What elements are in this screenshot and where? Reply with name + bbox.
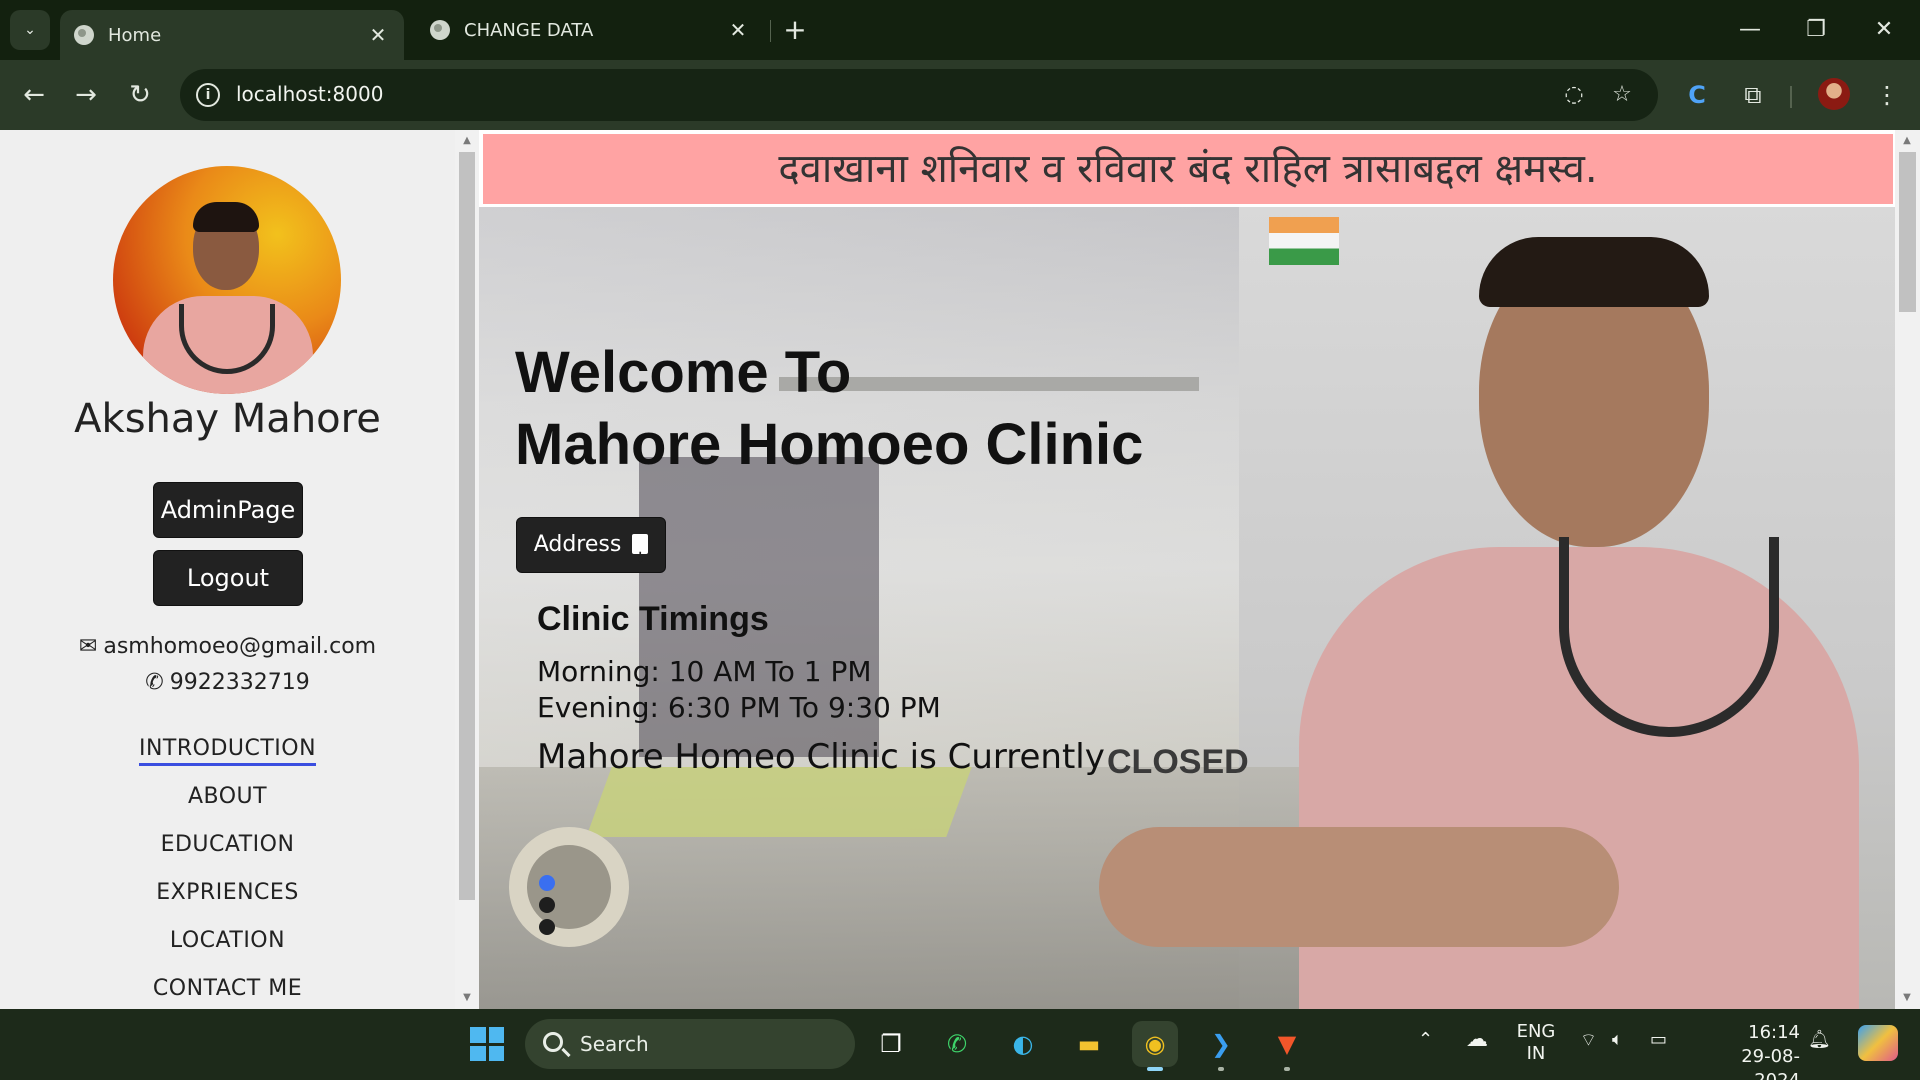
windows-taskbar: Search ❐ ✆ ◐ ▬ ◉ ❯ ▼ ⌃ ☁ ENG IN ⌔ 🔈︎ ▭ 1… — [0, 1009, 1920, 1080]
globe-icon — [430, 20, 450, 40]
browser-toolbar: ← → ↻ i localhost:8000 ◌ ☆ C ⧉ ⋮ — [0, 60, 1920, 130]
main-content: दवाखाना शनिवार व रविवार बंद राहिल त्रासा… — [479, 130, 1895, 1009]
sidebar-scrollbar[interactable]: ▲ ▼ — [455, 130, 479, 1009]
scrollbar-thumb[interactable] — [459, 152, 475, 900]
reload-icon[interactable]: ↻ — [120, 75, 160, 115]
tab-title: CHANGE DATA — [464, 19, 594, 41]
email-text[interactable]: asmhomoeo@gmail.com — [103, 634, 376, 659]
nav-item-education[interactable]: EDUCATION — [0, 832, 455, 857]
chrome-icon[interactable]: ◉ — [1132, 1021, 1178, 1071]
globe-icon — [74, 25, 94, 45]
task-view-icon[interactable]: ❐ — [868, 1021, 914, 1067]
nav-item-location[interactable]: LOCATION — [0, 928, 455, 953]
morning-timing: Morning: 10 AM To 1 PM — [537, 655, 872, 688]
scrollbar-thumb[interactable] — [1899, 152, 1916, 312]
clinic-timings-title: Clinic Timings — [537, 600, 769, 638]
browser-tab-strip: ⌄ Home ✕ CHANGE DATA ✕ + — ❐ ✕ — [0, 0, 1920, 60]
new-tab-button[interactable]: + — [780, 12, 810, 48]
notification-bell-icon[interactable]: 🔔︎ — [1808, 1029, 1831, 1050]
hero-carousel: Welcome To Mahore Homoeo Clinic Address … — [479, 207, 1895, 1009]
carousel-dot-2[interactable] — [539, 897, 555, 913]
toolbar-separator — [1790, 86, 1792, 108]
tab-close-icon[interactable]: ✕ — [366, 23, 390, 47]
closure-notice-banner: दवाखाना शनिवार व रविवार बंद राहिल त्रासा… — [483, 134, 1893, 204]
scroll-down-icon[interactable]: ▼ — [455, 989, 479, 1007]
onedrive-cloud-icon[interactable]: ☁ — [1466, 1027, 1488, 1052]
extensions-puzzle-icon[interactable]: ⧉ — [1734, 76, 1772, 114]
bookmark-star-icon[interactable]: ☆ — [1608, 81, 1636, 109]
page-scrollbar[interactable]: ▲ ▼ — [1895, 130, 1920, 1009]
start-windows-icon[interactable] — [470, 1027, 504, 1061]
file-explorer-icon[interactable]: ▬ — [1066, 1021, 1112, 1067]
battery-icon[interactable]: ▭ — [1650, 1029, 1667, 1050]
tray-chevron-icon[interactable]: ⌃ — [1418, 1029, 1433, 1050]
carousel-dot-1[interactable] — [539, 875, 555, 891]
page-viewport: Akshay Mahore AdminPage Logout ✉ asmhomoe… — [0, 130, 1920, 1009]
address-bar[interactable]: i localhost:8000 ◌ ☆ — [180, 69, 1658, 121]
tab-change-data[interactable]: CHANGE DATA ✕ — [416, 8, 764, 52]
language-indicator[interactable]: ENG IN — [1516, 1021, 1556, 1065]
copilot-icon[interactable] — [1858, 1025, 1898, 1061]
search-icon — [543, 1032, 563, 1052]
wifi-icon[interactable]: ⌔ — [1580, 1029, 1597, 1052]
back-arrow-icon[interactable]: ← — [14, 75, 54, 115]
restore-button[interactable]: ❐ — [1786, 10, 1846, 50]
nav-item-contact-me[interactable]: CONTACT ME — [0, 976, 455, 1001]
phone-icon: ✆ — [145, 670, 164, 695]
clinic-status-text: Mahore Homeo Clinic is Currently — [537, 737, 1105, 777]
nav-item-introduction[interactable]: INTRODUCTION — [0, 736, 455, 766]
carousel-dot-3[interactable] — [539, 919, 555, 935]
tab-home[interactable]: Home ✕ — [60, 10, 404, 60]
minimize-button[interactable]: — — [1720, 10, 1780, 50]
menu-kebab-icon[interactable]: ⋮ — [1868, 76, 1906, 114]
forward-arrow-icon[interactable]: → — [66, 75, 106, 115]
profile-name: Akshay Mahore — [74, 396, 381, 442]
brave-icon[interactable]: ▼ — [1264, 1021, 1310, 1071]
clinic-status-badge: CLOSED — [1107, 743, 1249, 781]
phone-text[interactable]: 9922332719 — [170, 670, 310, 695]
clock[interactable]: 16:14 29-08-2024 — [1700, 1021, 1800, 1080]
eye-off-icon[interactable]: ◌ — [1560, 81, 1588, 109]
address-button[interactable]: Address — [516, 517, 666, 585]
edge-icon[interactable]: ◐ — [1000, 1021, 1046, 1067]
whatsapp-icon[interactable]: ✆ — [934, 1021, 980, 1067]
taskbar-search[interactable]: Search — [525, 1019, 855, 1069]
logout-button[interactable]: Logout — [153, 550, 303, 606]
file-download-icon — [632, 531, 649, 585]
nav-item-about[interactable]: ABOUT — [0, 784, 455, 809]
profile-photo — [113, 166, 341, 394]
volume-icon[interactable]: 🔈︎ — [1612, 1029, 1623, 1050]
tab-close-icon[interactable]: ✕ — [726, 18, 750, 42]
profile-avatar-icon[interactable] — [1818, 78, 1850, 110]
evening-timing: Evening: 6:30 PM To 9:30 PM — [537, 691, 941, 724]
vscode-icon[interactable]: ❯ — [1198, 1021, 1244, 1071]
url-text[interactable]: localhost:8000 — [236, 82, 383, 106]
nav-item-experiences[interactable]: EXPRIENCES — [0, 880, 455, 905]
phone-row: ✆ 9922332719 — [0, 670, 455, 695]
scroll-up-icon[interactable]: ▲ — [1895, 132, 1919, 150]
scroll-down-icon[interactable]: ▼ — [1895, 989, 1919, 1007]
scroll-up-icon[interactable]: ▲ — [455, 132, 479, 150]
email-row: ✉ asmhomoeo@gmail.com — [0, 634, 455, 659]
admin-page-button[interactable]: AdminPage — [153, 482, 303, 538]
site-info-icon[interactable]: i — [196, 83, 220, 107]
extension-c-icon[interactable]: C — [1678, 76, 1716, 114]
close-window-button[interactable]: ✕ — [1854, 10, 1914, 50]
tab-search-chevron-icon[interactable]: ⌄ — [10, 10, 50, 50]
envelope-icon: ✉ — [78, 634, 98, 659]
welcome-heading: Welcome To Mahore Homoeo Clinic — [515, 340, 1144, 477]
sidebar: Akshay Mahore AdminPage Logout ✉ asmhomoe… — [0, 130, 455, 1009]
tab-title: Home — [108, 24, 162, 46]
tab-separator — [770, 20, 771, 42]
